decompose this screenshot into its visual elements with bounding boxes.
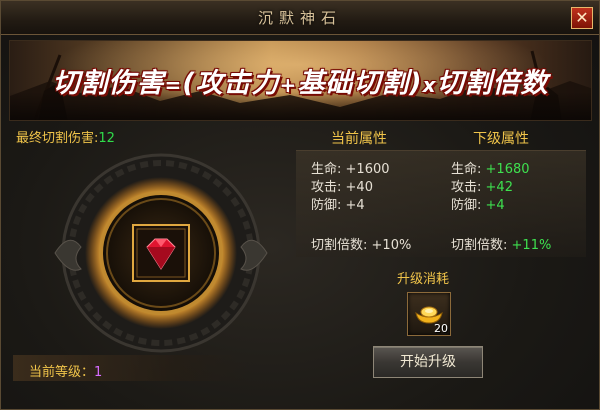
current-cut-multiplier-value: +10% bbox=[371, 238, 412, 253]
next-defense-value: +4 bbox=[485, 198, 505, 213]
current-level: 当前等级：1 bbox=[29, 361, 102, 380]
formula-term-multiplier: 切割倍数 bbox=[436, 68, 549, 99]
title-bar: 沉默神石 ✕ bbox=[1, 1, 599, 35]
current-level-value: 1 bbox=[94, 365, 103, 380]
current-hp-label: 生命: bbox=[311, 162, 342, 177]
current-cut-multiplier: 切割倍数: +10% bbox=[311, 234, 411, 253]
next-attributes-header: 下级属性 bbox=[473, 131, 529, 147]
next-defense-label: 防御: bbox=[451, 198, 482, 213]
upgrade-cost-label: 升级消耗 bbox=[397, 272, 450, 287]
current-level-label: 当前等级： bbox=[29, 365, 95, 380]
close-button[interactable]: ✕ bbox=[571, 7, 593, 29]
current-attack: 攻击: +40 bbox=[311, 176, 373, 195]
start-upgrade-button[interactable]: 开始升级 bbox=[373, 346, 483, 378]
current-attack-label: 攻击: bbox=[311, 180, 342, 195]
cost-item-count: 20 bbox=[434, 322, 448, 335]
stone-window: 沉默神石 ✕ 切割伤害=(攻击力+基础切割)x切割倍数 最终切割伤害:12 当前… bbox=[0, 0, 600, 410]
formula-plus: + bbox=[279, 73, 298, 97]
formula-times: x bbox=[422, 73, 437, 97]
formula-term-attack: (攻击力 bbox=[182, 68, 280, 99]
stone-seal bbox=[54, 153, 268, 353]
next-defense: 防御: +4 bbox=[451, 194, 505, 213]
next-cut-multiplier: 切割倍数: +11% bbox=[451, 234, 551, 253]
next-cut-multiplier-label: 切割倍数: bbox=[451, 238, 508, 253]
formula-banner: 切割伤害=(攻击力+基础切割)x切割倍数 bbox=[9, 40, 592, 121]
next-attack: 攻击: +42 bbox=[451, 176, 513, 195]
final-damage: 最终切割伤害:12 bbox=[16, 127, 115, 146]
formula-term-damage: 切割伤害 bbox=[52, 68, 165, 99]
next-attack-value: +42 bbox=[485, 180, 513, 195]
next-hp: 生命: +1680 bbox=[451, 158, 530, 177]
current-defense-label: 防御: bbox=[311, 198, 342, 213]
next-hp-value: +1680 bbox=[485, 162, 530, 177]
final-damage-label: 最终切割伤害: bbox=[16, 131, 99, 146]
current-attributes-header: 当前属性 bbox=[331, 131, 387, 147]
window-title: 沉默神石 bbox=[257, 9, 342, 27]
damage-formula: 切割伤害=(攻击力+基础切割)x切割倍数 bbox=[10, 61, 591, 100]
current-cut-multiplier-label: 切割倍数: bbox=[311, 238, 368, 253]
next-cut-multiplier-value: +11% bbox=[511, 238, 552, 253]
formula-equals: = bbox=[164, 73, 183, 97]
final-damage-value: 12 bbox=[98, 131, 115, 146]
current-defense: 防御: +4 bbox=[311, 194, 365, 213]
current-defense-value: +4 bbox=[345, 198, 365, 213]
next-attack-label: 攻击: bbox=[451, 180, 482, 195]
next-hp-label: 生命: bbox=[451, 162, 482, 177]
current-hp: 生命: +1600 bbox=[311, 158, 390, 177]
current-attack-value: +40 bbox=[345, 180, 373, 195]
formula-term-base-cut: 基础切割) bbox=[297, 68, 423, 99]
current-hp-value: +1600 bbox=[345, 162, 390, 177]
cost-item-slot[interactable]: 20 bbox=[407, 292, 451, 336]
